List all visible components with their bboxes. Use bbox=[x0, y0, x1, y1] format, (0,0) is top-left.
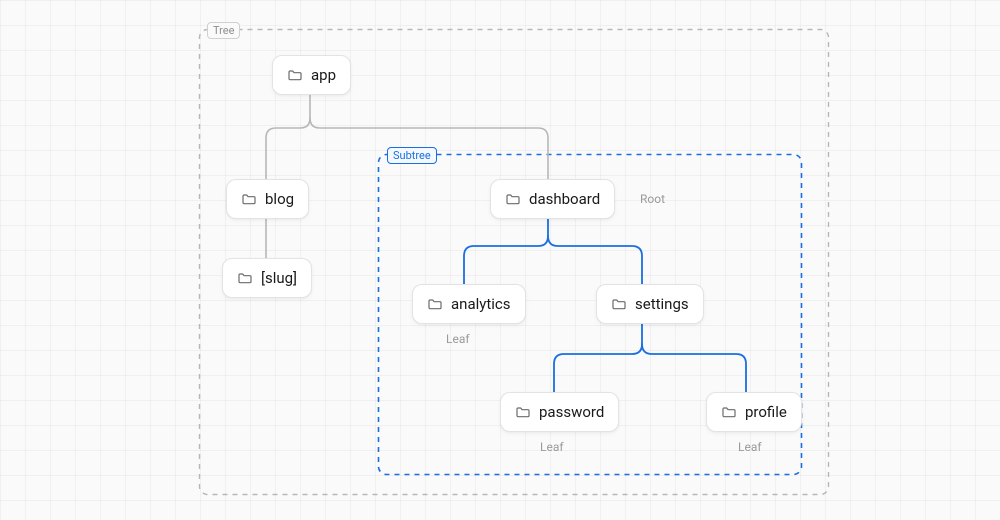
leaf-annotation-password: Leaf bbox=[540, 440, 564, 454]
node-settings: settings bbox=[596, 284, 704, 324]
folder-icon bbox=[237, 270, 253, 286]
folder-icon bbox=[515, 404, 531, 420]
folder-icon bbox=[287, 67, 303, 83]
node-dashboard: dashboard bbox=[490, 179, 615, 219]
node-label: settings bbox=[635, 295, 689, 313]
node-app: app bbox=[272, 55, 351, 95]
folder-icon bbox=[241, 191, 257, 207]
folder-icon bbox=[427, 296, 443, 312]
node-profile: profile bbox=[706, 392, 802, 432]
root-annotation: Root bbox=[640, 192, 665, 206]
node-label: [slug] bbox=[261, 269, 297, 287]
node-password: password bbox=[500, 392, 619, 432]
connector-layer bbox=[0, 0, 1000, 520]
leaf-annotation-analytics: Leaf bbox=[446, 332, 470, 346]
node-analytics: analytics bbox=[412, 284, 526, 324]
leaf-annotation-profile: Leaf bbox=[738, 440, 762, 454]
tree-label: Tree bbox=[207, 22, 240, 39]
node-slug: [slug] bbox=[222, 258, 312, 298]
node-label: profile bbox=[745, 403, 787, 421]
node-label: dashboard bbox=[529, 190, 600, 208]
node-label: analytics bbox=[451, 295, 511, 313]
subtree-label: Subtree bbox=[387, 147, 437, 164]
node-blog: blog bbox=[226, 179, 309, 219]
folder-icon bbox=[721, 404, 737, 420]
node-label: blog bbox=[265, 190, 294, 208]
node-label: password bbox=[539, 403, 604, 421]
folder-icon bbox=[505, 191, 521, 207]
node-label: app bbox=[311, 66, 336, 84]
folder-icon bbox=[611, 296, 627, 312]
